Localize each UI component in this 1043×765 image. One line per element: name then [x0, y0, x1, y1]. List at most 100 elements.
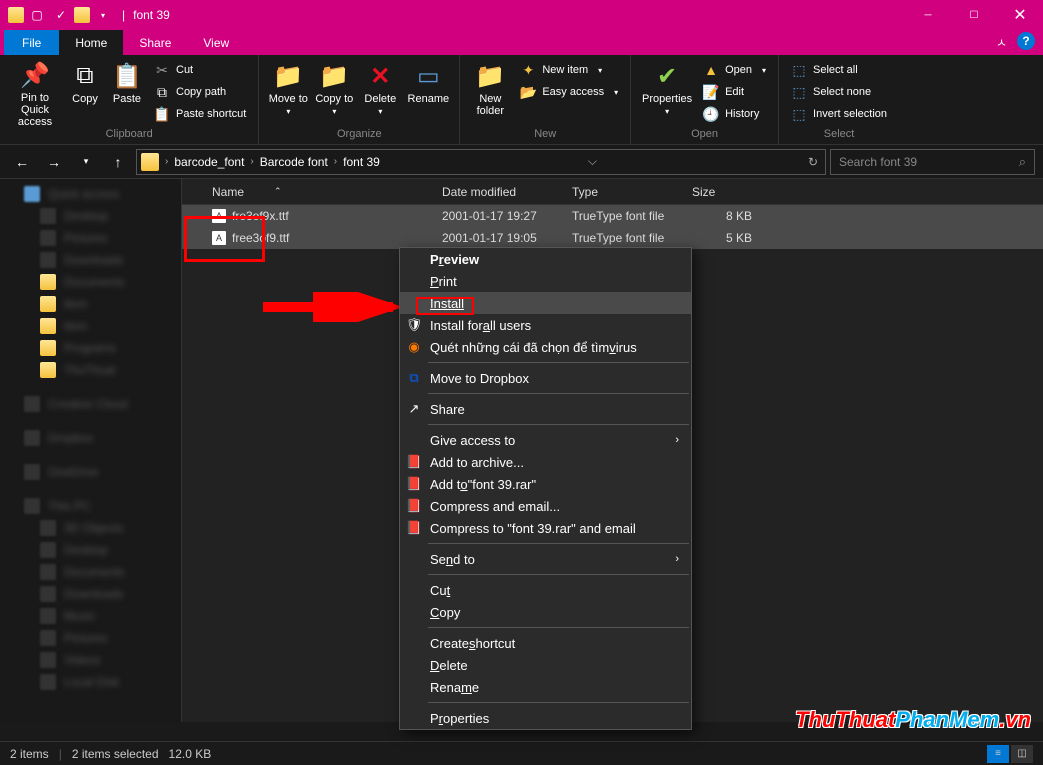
paste-button[interactable]: 📋 Paste	[106, 59, 148, 127]
sidebar-item[interactable]: Videos	[0, 649, 181, 671]
sidebar-item[interactable]: OneDrive	[0, 461, 181, 483]
sidebar-item[interactable]: Desktop	[0, 205, 181, 227]
file-row[interactable]: Afree3of9.ttf 2001-01-17 19:05 TrueType …	[182, 227, 1043, 249]
view-icons-button[interactable]: ◫	[1011, 745, 1033, 763]
sidebar-item[interactable]: Documents	[0, 271, 181, 293]
qat-item[interactable]: ▢	[26, 4, 48, 26]
refresh-button[interactable]: ↻	[801, 150, 825, 174]
cm-create-shortcut[interactable]: Create shortcut	[400, 632, 691, 654]
recent-button[interactable]: ▾	[72, 148, 100, 176]
sidebar-item[interactable]: Quick access	[0, 183, 181, 205]
view-details-button[interactable]: ≡	[987, 745, 1009, 763]
close-button[interactable]: ✕	[997, 0, 1043, 30]
delete-button[interactable]: ✕ Delete▾	[357, 59, 403, 127]
select-all-button[interactable]: ⬚Select all	[785, 59, 893, 81]
pin-to-quick-access-button[interactable]: 📌 Pin to Quick access	[6, 59, 64, 127]
cm-move-to-dropbox[interactable]: ⧉Move to Dropbox	[400, 367, 691, 389]
sidebar-item[interactable]: Local Disk	[0, 671, 181, 693]
new-folder-button[interactable]: 📁 New folder	[466, 59, 514, 127]
column-type[interactable]: Type	[562, 179, 682, 204]
tab-share[interactable]: Share	[123, 30, 187, 55]
cm-compress-email[interactable]: 📕Compress and email...	[400, 495, 691, 517]
address-dropdown[interactable]: ⌵	[580, 150, 604, 174]
cm-add-to-archive[interactable]: 📕Add to archive...	[400, 451, 691, 473]
cm-add-to-rar[interactable]: 📕Add to "font 39.rar"	[400, 473, 691, 495]
sidebar-item[interactable]: Creative Cloud	[0, 393, 181, 415]
sidebar-item[interactable]: Programs	[0, 337, 181, 359]
sidebar-item[interactable]: Documents	[0, 561, 181, 583]
copy-to-button[interactable]: 📁 Copy to▾	[311, 59, 357, 127]
column-date[interactable]: Date modified	[432, 179, 562, 204]
edit-button[interactable]: 📝Edit	[697, 81, 772, 103]
properties-button[interactable]: ✔ Properties▾	[637, 59, 697, 127]
cm-give-access-to[interactable]: Give access to›	[400, 429, 691, 451]
cm-copy[interactable]: Copy	[400, 601, 691, 623]
breadcrumb-separator: ›	[163, 156, 170, 167]
breadcrumb-item[interactable]: font 39	[339, 155, 384, 169]
tab-view[interactable]: View	[187, 30, 245, 55]
breadcrumb-item[interactable]: barcode_font	[170, 155, 248, 169]
paste-icon: 📋	[112, 61, 142, 91]
cm-install-all-users[interactable]: 🛡Install for all users	[400, 314, 691, 336]
search-input[interactable]: Search font 39 ⌕	[830, 149, 1035, 175]
move-to-button[interactable]: 📁 Move to▾	[265, 59, 311, 127]
cm-compress-rar-email[interactable]: 📕Compress to "font 39.rar" and email	[400, 517, 691, 539]
invert-selection-button[interactable]: ⬚Invert selection	[785, 103, 893, 125]
folder-icon	[74, 7, 90, 23]
ribbon-tabs: File Home Share View ㅅ ?	[0, 30, 1043, 55]
sidebar-item[interactable]: Dropbox	[0, 427, 181, 449]
qat-dropdown[interactable]: ▾	[92, 4, 114, 26]
cut-button[interactable]: ✂Cut	[148, 59, 252, 81]
cm-share[interactable]: ↗Share	[400, 398, 691, 420]
cm-cut[interactable]: Cut	[400, 579, 691, 601]
breadcrumb-item[interactable]: Barcode font	[256, 155, 332, 169]
forward-button[interactable]: →	[40, 148, 68, 176]
cm-delete[interactable]: Delete	[400, 654, 691, 676]
winrar-icon: 📕	[406, 476, 422, 492]
back-button[interactable]: ←	[8, 148, 36, 176]
cm-avast-scan[interactable]: ◉Quét những cái đã chọn để tìm virus	[400, 336, 691, 358]
sidebar-item[interactable]: ThuThuat	[0, 359, 181, 381]
sidebar-item[interactable]: 3D Objects	[0, 517, 181, 539]
sidebar-item[interactable]: Downloads	[0, 249, 181, 271]
breadcrumb-separator: ›	[248, 156, 255, 167]
status-bar: 2 items | 2 items selected 12.0 KB ≡ ◫	[0, 741, 1043, 765]
cm-preview[interactable]: Preview	[400, 248, 691, 270]
navigation-pane[interactable]: Quick access Desktop Pictures Downloads …	[0, 179, 182, 722]
sidebar-item[interactable]: This PC	[0, 495, 181, 517]
address-bar[interactable]: › barcode_font › Barcode font › font 39 …	[136, 149, 826, 175]
new-item-button[interactable]: ✦New item▾	[514, 59, 624, 81]
tab-home[interactable]: Home	[59, 30, 123, 55]
cm-send-to[interactable]: Send to›	[400, 548, 691, 570]
file-row[interactable]: Afre3of9x.ttf 2001-01-17 19:27 TrueType …	[182, 205, 1043, 227]
sidebar-item[interactable]: Pictures	[0, 227, 181, 249]
sidebar-item[interactable]: Desktop	[0, 539, 181, 561]
cm-print[interactable]: Print	[400, 270, 691, 292]
sidebar-item[interactable]: Item	[0, 315, 181, 337]
cm-install[interactable]: Install	[400, 292, 691, 314]
sidebar-item[interactable]: Pictures	[0, 627, 181, 649]
tab-file[interactable]: File	[4, 30, 59, 55]
select-none-button[interactable]: ⬚Select none	[785, 81, 893, 103]
breadcrumb-separator: ›	[332, 156, 339, 167]
copy-button[interactable]: ⧉ Copy	[64, 59, 106, 127]
cm-properties[interactable]: Properties	[400, 707, 691, 729]
history-button[interactable]: 🕘History	[697, 103, 772, 125]
column-size[interactable]: Size	[682, 179, 762, 204]
copy-path-button[interactable]: ⧉Copy path	[148, 81, 252, 103]
qat-item[interactable]: ✓	[50, 4, 72, 26]
maximize-button[interactable]: ☐	[951, 0, 997, 30]
ribbon-collapse-button[interactable]: ㅅ	[996, 34, 1007, 51]
open-button[interactable]: ▲Open▾	[697, 59, 772, 81]
column-name[interactable]: Name⌃	[182, 179, 432, 204]
sidebar-item[interactable]: Item	[0, 293, 181, 315]
sidebar-item[interactable]: Music	[0, 605, 181, 627]
minimize-button[interactable]: ─	[905, 0, 951, 30]
rename-button[interactable]: ▭ Rename	[403, 59, 453, 127]
paste-shortcut-button[interactable]: 📋Paste shortcut	[148, 103, 252, 125]
up-button[interactable]: ↑	[104, 148, 132, 176]
cm-rename[interactable]: Rename	[400, 676, 691, 698]
easy-access-button[interactable]: 📂Easy access▾	[514, 81, 624, 103]
sidebar-item[interactable]: Downloads	[0, 583, 181, 605]
help-button[interactable]: ?	[1017, 32, 1035, 50]
